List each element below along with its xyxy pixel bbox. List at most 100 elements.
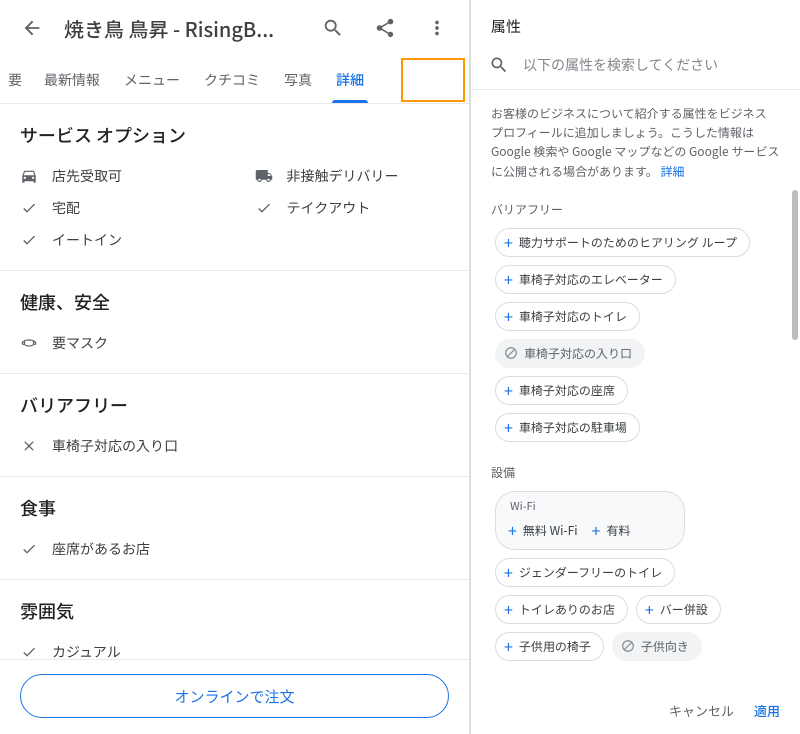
tab-latest[interactable]: 最新情報 (32, 56, 112, 103)
chip-wheelchair-toilet[interactable]: +車椅子対応のトイレ (495, 302, 640, 331)
check-icon (20, 231, 38, 249)
dialog-actions: キャンセル 適用 (471, 687, 800, 734)
chip-kids-chair[interactable]: +子供用の椅子 (495, 632, 604, 661)
tabs: 要 最新情報 メニュー クチコミ 写真 詳細 (0, 56, 469, 104)
attr-dinein: イートイン (20, 224, 215, 256)
share-button[interactable] (365, 8, 405, 48)
search-icon (322, 17, 344, 39)
chip-gender-free-toilet[interactable]: +ジェンダーフリーのトイレ (495, 558, 675, 587)
section-service-options: サービス オプション 店先受取可 宅配 (0, 104, 469, 271)
share-icon (374, 17, 396, 39)
more-button[interactable] (417, 8, 457, 48)
attr-curbside: 店先受取可 (20, 160, 215, 192)
wifi-label: Wi-Fi (504, 498, 676, 514)
header: 焼き鳥 鳥昇 - RisingB... (0, 0, 469, 56)
not-available-icon (504, 346, 518, 360)
section-health: 健康、安全 要マスク (0, 271, 469, 374)
group-accessibility: バリアフリー +聴力サポートのためのヒアリング ループ +車椅子対応のエレベータ… (471, 187, 800, 450)
attributes-scroll[interactable]: バリアフリー +聴力サポートのためのヒアリング ループ +車椅子対応のエレベータ… (471, 187, 800, 687)
plus-icon: + (504, 271, 513, 287)
section-accessibility: バリアフリー 車椅子対応の入り口 (0, 374, 469, 477)
details-scroll[interactable]: サービス オプション 店先受取可 宅配 (0, 104, 469, 659)
plus-icon: + (504, 419, 513, 435)
apply-button[interactable]: 適用 (754, 701, 780, 720)
search-icon (489, 55, 509, 75)
plus-icon: + (504, 601, 513, 617)
attr-mask: 要マスク (20, 327, 449, 359)
page-title: 焼き鳥 鳥昇 - RisingB... (64, 14, 301, 43)
attr-label: 座席があるお店 (52, 539, 150, 559)
plus-icon: + (504, 638, 513, 654)
panel-description: お客様のビジネスについて紹介する属性をビジネス プロフィールに追加しましょう。こ… (471, 90, 800, 187)
group-title: 設備 (491, 464, 780, 481)
attr-casual: カジュアル (20, 636, 449, 659)
tab-overview[interactable]: 要 (4, 56, 32, 103)
attr-label: 要マスク (52, 333, 108, 353)
attributes-editor-panel: 属性 お客様のビジネスについて紹介する属性をビジネス プロフィールに追加しましょ… (470, 0, 800, 734)
order-online-button[interactable]: オンラインで注文 (20, 674, 449, 718)
chip-hearing-loop[interactable]: +聴力サポートのためのヒアリング ループ (495, 228, 750, 257)
attr-label: テイクアウト (287, 198, 371, 218)
plus-icon: + (504, 382, 513, 398)
close-icon (20, 437, 38, 455)
attr-seating: 座席があるお店 (20, 533, 449, 565)
search-row (471, 45, 800, 90)
chip-wifi-free[interactable]: +無料 Wi-Fi (504, 520, 582, 541)
panel-title: 属性 (471, 0, 800, 45)
plus-icon: + (645, 601, 654, 617)
attr-label: 車椅子対応の入り口 (52, 436, 178, 456)
bottom-bar: オンラインで注文 (0, 659, 469, 734)
more-vert-icon (426, 17, 448, 39)
check-icon (255, 199, 273, 217)
check-icon (20, 643, 38, 659)
chip-wheelchair-parking[interactable]: +車椅子対応の駐車場 (495, 413, 640, 442)
plus-icon: + (508, 522, 517, 538)
attr-label: 非接触デリバリー (287, 166, 399, 186)
delivery-icon (255, 167, 273, 185)
group-amenities: 設備 Wi-Fi +無料 Wi-Fi +有料 +ジェンダーフリーのトイレ +トイ… (471, 450, 800, 669)
chip-wheelchair-elevator[interactable]: +車椅子対応のエレベーター (495, 265, 676, 294)
maps-details-panel: 焼き鳥 鳥昇 - RisingB... 要 最新情報 メニュー クチコミ 写真 … (0, 0, 470, 734)
tab-reviews[interactable]: クチコミ (192, 56, 272, 103)
arrow-back-icon (21, 17, 43, 39)
tab-details[interactable]: 詳細 (324, 56, 376, 103)
attr-label: 宅配 (52, 198, 80, 218)
group-title: バリアフリー (491, 201, 780, 218)
attr-nocontact: 非接触デリバリー (255, 160, 450, 192)
car-icon (20, 167, 38, 185)
highlight-box (401, 58, 465, 102)
attr-label: 店先受取可 (52, 166, 122, 186)
section-title: 食事 (20, 495, 449, 521)
plus-icon: + (504, 564, 513, 580)
search-button[interactable] (313, 8, 353, 48)
mask-icon (20, 334, 38, 352)
chip-wifi-paid[interactable]: +有料 (588, 520, 635, 541)
section-atmosphere: 雰囲気 カジュアル (0, 580, 469, 659)
section-dining: 食事 座席があるお店 (0, 477, 469, 580)
section-title: バリアフリー (20, 392, 449, 418)
chip-has-toilet[interactable]: +トイレありのお店 (495, 595, 628, 624)
cancel-button[interactable]: キャンセル (669, 701, 734, 720)
back-button[interactable] (12, 8, 52, 48)
attribute-search-input[interactable] (523, 57, 782, 73)
section-title: 雰囲気 (20, 598, 449, 624)
check-icon (20, 540, 38, 558)
section-title: 健康、安全 (20, 289, 449, 315)
attr-wheelchair-entrance-no: 車椅子対応の入り口 (20, 430, 449, 462)
plus-icon: + (504, 308, 513, 324)
tab-menu[interactable]: メニュー (112, 56, 192, 103)
not-available-icon (621, 639, 635, 653)
attr-label: カジュアル (52, 642, 121, 659)
chip-good-for-kids[interactable]: 子供向き (612, 632, 702, 661)
attr-takeout: テイクアウト (255, 192, 450, 224)
chip-wheelchair-entrance[interactable]: 車椅子対応の入り口 (495, 339, 645, 368)
plus-icon: + (504, 234, 513, 250)
scrollbar[interactable] (792, 190, 798, 340)
attr-delivery: 宅配 (20, 192, 215, 224)
section-title: サービス オプション (20, 122, 449, 148)
plus-icon: + (592, 522, 601, 538)
tab-photos[interactable]: 写真 (272, 56, 324, 103)
details-link[interactable]: 詳細 (661, 163, 685, 180)
chip-wheelchair-seating[interactable]: +車椅子対応の座席 (495, 376, 628, 405)
chip-bar[interactable]: +バー併設 (636, 595, 721, 624)
